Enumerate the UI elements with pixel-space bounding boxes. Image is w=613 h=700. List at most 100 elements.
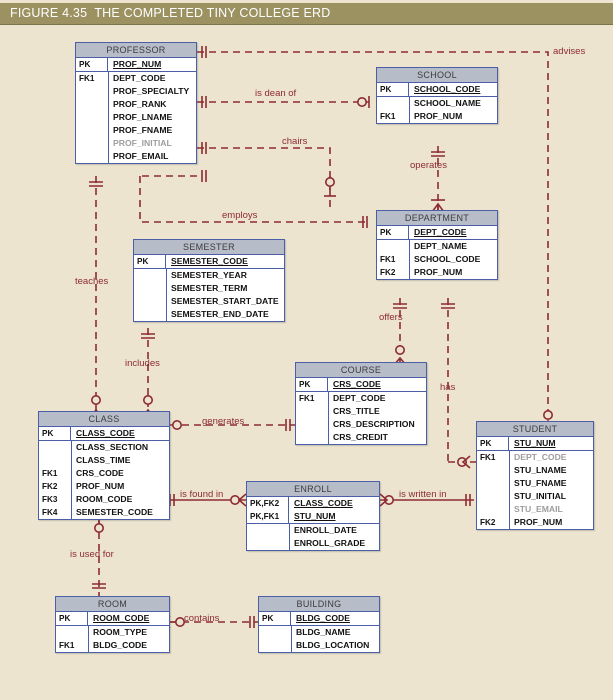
attribute-name: DEPT_CODE	[414, 227, 467, 237]
attribute-row: PK CLASS_CODE	[39, 427, 169, 440]
key-label	[134, 308, 166, 321]
entity-title: BUILDING	[259, 597, 379, 612]
entity-key-section: PK PROF_NUM	[76, 58, 196, 72]
attribute-name: STU_LNAME	[514, 465, 567, 475]
column-divider	[328, 392, 329, 444]
key-label	[477, 477, 509, 490]
attribute-name: STU_INITIAL	[514, 491, 567, 501]
attribute-row: FK2 PROF_NUM	[477, 516, 593, 529]
entity-building[interactable]: BUILDING PK BLDG_CODE BLDG_NAME BLDG_LOC…	[258, 596, 380, 653]
attribute-row: PROF_LNAME	[76, 111, 196, 124]
key-label	[56, 626, 88, 639]
key-label: FK1	[42, 469, 58, 478]
key-label: FK2	[480, 518, 496, 527]
attribute-row: PK STU_NUM	[477, 437, 593, 450]
entity-student[interactable]: STUDENT PK STU_NUM FK1 DEPT_CODE STU_LNA…	[476, 421, 594, 530]
entity-title: DEPARTMENT	[377, 211, 497, 226]
attribute-name: PROF_FNAME	[113, 125, 173, 135]
attribute-name: PROF_INITIAL	[113, 138, 172, 148]
entity-department[interactable]: DEPARTMENT PK DEPT_CODE DEPT_NAME FK1 SC…	[376, 210, 498, 280]
key-label: PK	[39, 427, 71, 440]
attribute-row: FK3 ROOM_CODE	[39, 493, 169, 506]
entity-key-section: PK DEPT_CODE	[377, 226, 497, 240]
key-label: PK	[56, 612, 88, 625]
entity-professor[interactable]: PROFESSOR PK PROF_NUM FK1 DEPT_CODE PROF…	[75, 42, 197, 164]
attribute-name: DEPT_CODE	[514, 452, 567, 462]
key-label	[76, 150, 108, 163]
entity-course[interactable]: COURSE PK CRS_CODE FK1 DEPT_CODE CRS_TIT…	[295, 362, 427, 445]
attribute-name: BLDG_CODE	[93, 640, 147, 650]
entity-title: ENROLL	[247, 482, 379, 497]
key-label	[134, 282, 166, 295]
column-divider	[289, 524, 290, 550]
attribute-name: DEPT_CODE	[333, 393, 386, 403]
entity-title: ROOM	[56, 597, 169, 612]
key-label	[76, 111, 108, 124]
entity-enroll[interactable]: ENROLL PK,FK2 CLASS_CODE PK,FK1 STU_NUM …	[246, 481, 380, 551]
entity-title: CLASS	[39, 412, 169, 427]
attribute-row: SEMESTER_TERM	[134, 282, 284, 295]
key-label: PK	[377, 83, 409, 96]
entity-attribute-section: BLDG_NAME BLDG_LOCATION	[259, 626, 379, 652]
attribute-name: SCHOOL_CODE	[414, 84, 481, 94]
attribute-name: DEPT_CODE	[113, 73, 166, 83]
key-label	[377, 240, 409, 253]
attribute-name: SEMESTER_CODE	[76, 507, 153, 517]
attribute-row: PK SCHOOL_CODE	[377, 83, 497, 96]
key-label	[76, 85, 108, 98]
attribute-row: ENROLL_GRADE	[247, 537, 379, 550]
key-label	[296, 431, 328, 444]
erd-figure: FIGURE 4.35 THE COMPLETED TINY COLLEGE E…	[0, 0, 613, 700]
key-label	[377, 97, 409, 110]
attribute-name: BLDG_CODE	[296, 613, 350, 623]
key-label: FK1	[59, 641, 75, 650]
attribute-name: PROF_NUM	[414, 267, 463, 277]
attribute-name: PROF_RANK	[113, 99, 167, 109]
attribute-row: PK CRS_CODE	[296, 378, 426, 391]
column-divider	[71, 441, 72, 519]
entity-room[interactable]: ROOM PK ROOM_CODE ROOM_TYPE FK1 BLDG_COD…	[55, 596, 170, 653]
attribute-row: FK4 SEMESTER_CODE	[39, 506, 169, 519]
attribute-row: ENROLL_DATE	[247, 524, 379, 537]
entity-attribute-section: FK1 DEPT_CODE STU_LNAME STU_FNAME STU_IN…	[477, 451, 593, 529]
column-divider	[409, 240, 410, 279]
entity-semester[interactable]: SEMESTER PK SEMESTER_CODE SEMESTER_YEAR …	[133, 239, 285, 322]
attribute-name: CRS_DESCRIPTION	[333, 419, 415, 429]
relationship-label-contains: contains	[184, 613, 220, 624]
entity-class[interactable]: CLASS PK CLASS_CODE CLASS_SECTION CLASS_…	[38, 411, 170, 520]
key-label	[134, 269, 166, 282]
attribute-name: ENROLL_GRADE	[294, 538, 366, 548]
attribute-name: STU_NUM	[514, 438, 556, 448]
attribute-name: BLDG_LOCATION	[296, 640, 370, 650]
attribute-name: PROF_NUM	[76, 481, 125, 491]
key-label	[296, 405, 328, 418]
attribute-name: PROF_NUM	[113, 59, 162, 69]
attribute-name: STU_EMAIL	[514, 504, 563, 514]
column-divider	[291, 626, 292, 652]
attribute-name: SEMESTER_TERM	[171, 283, 248, 293]
key-label	[76, 98, 108, 111]
key-label	[296, 418, 328, 431]
entity-key-section: PK CRS_CODE	[296, 378, 426, 392]
attribute-row: FK2 PROF_NUM	[377, 266, 497, 279]
key-label: PK	[259, 612, 291, 625]
key-label	[477, 490, 509, 503]
relationship-label-employs: employs	[222, 210, 258, 221]
attribute-row: SCHOOL_NAME	[377, 97, 497, 110]
attribute-name: CRS_CODE	[76, 468, 124, 478]
entity-school[interactable]: SCHOOL PK SCHOOL_CODE SCHOOL_NAME FK1 PR…	[376, 67, 498, 124]
entity-attribute-section: ENROLL_DATE ENROLL_GRADE	[247, 524, 379, 550]
relationship-label-is-dean-of: is dean of	[255, 88, 297, 99]
entity-title: SEMESTER	[134, 240, 284, 255]
entity-attribute-section: SEMESTER_YEAR SEMESTER_TERM SEMESTER_STA…	[134, 269, 284, 321]
entity-title: SCHOOL	[377, 68, 497, 83]
relationship-label-includes: includes	[125, 358, 160, 369]
attribute-row: STU_LNAME	[477, 464, 593, 477]
entity-attribute-section: FK1 DEPT_CODE PROF_SPECIALTY PROF_RANK P…	[76, 72, 196, 163]
relationship-label-teaches: teaches	[75, 276, 109, 287]
entity-title: PROFESSOR	[76, 43, 196, 58]
attribute-row: STU_EMAIL	[477, 503, 593, 516]
attribute-name: CRS_CODE	[333, 379, 381, 389]
entity-attribute-section: CLASS_SECTION CLASS_TIME FK1 CRS_CODE FK…	[39, 441, 169, 519]
attribute-row: STU_INITIAL	[477, 490, 593, 503]
